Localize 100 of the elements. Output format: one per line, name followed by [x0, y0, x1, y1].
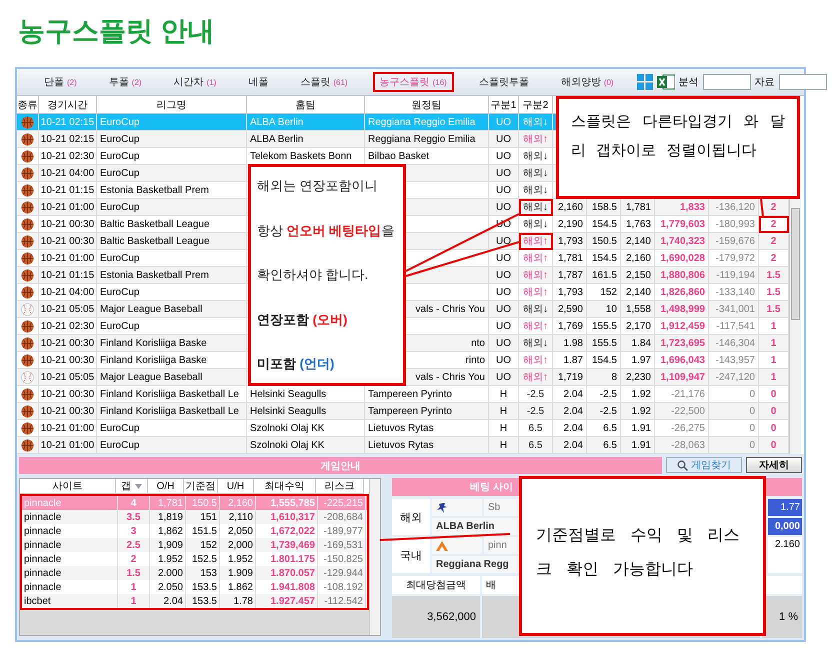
table-cell: 10-21 01:00: [40, 252, 94, 264]
panel-title: 베팅 사이: [470, 481, 513, 494]
table-cell: Szolnoki Olaj KK: [250, 422, 324, 434]
table-cell: 1,109,947: [660, 372, 705, 382]
table-cell: 2.04: [164, 596, 183, 606]
table-cell: 153.5: [192, 582, 217, 592]
table-cell: EuroCup: [100, 168, 140, 178]
column-header: 최대수익: [254, 479, 316, 494]
table-cell: vals - Chris You: [416, 372, 485, 382]
table-cell: 1.91: [632, 422, 651, 434]
table-cell: 155.5: [592, 338, 617, 348]
table-cell: 6.5: [528, 422, 542, 434]
column-header: 리스크: [316, 479, 364, 494]
table-cell: -208,684: [324, 512, 363, 522]
table-cell: 10-21 04:00: [40, 168, 94, 178]
table-cell: 2.04: [564, 388, 583, 400]
table-cell: -119,194: [716, 270, 755, 280]
table-cell: -2.5: [526, 388, 544, 400]
table-cell: 6.5: [603, 440, 617, 450]
table-cell: Lietuvos Rytas: [368, 440, 434, 450]
table-cell: H: [500, 406, 508, 416]
table-cell: Baltic Basketball League: [100, 236, 210, 246]
table-cell: -129.944: [324, 568, 363, 578]
table-cell: Reggiana Reggio Emilia: [368, 116, 476, 128]
table-cell: 1.909: [228, 568, 253, 578]
table-cell: Estonia Basketball Prem: [100, 184, 209, 196]
table-cell: -179,972: [716, 252, 755, 264]
table-cell-text: 해외↑: [523, 252, 548, 265]
table-cell: 2,170: [626, 320, 651, 332]
table-cell: rinto: [466, 354, 485, 366]
table-cell: 10-21 01:15: [40, 184, 94, 196]
table-cell: Reggiana Reggio Emilia: [368, 134, 476, 144]
odds-cell: 1.77: [768, 499, 802, 516]
table-cell: 151.5: [192, 526, 217, 536]
table-cell: Major League Baseball: [100, 304, 202, 314]
table-cell: Szolnoki Olaj KK: [250, 440, 324, 450]
table-cell: 1,719: [558, 372, 583, 382]
table-cell-text: 해외↓: [523, 303, 548, 316]
table-cell: nto: [471, 338, 485, 348]
table-cell-text: 해외↑: [523, 286, 548, 299]
table-cell: 10-21 02:15: [40, 134, 94, 144]
table-cell: H: [500, 422, 508, 434]
table-cell: Tampereen Pyrinto: [368, 388, 452, 400]
table-cell: -136,120: [716, 202, 755, 212]
table-cell: 1.91: [632, 440, 651, 450]
table-cell: 10-21 00:30: [40, 354, 94, 366]
table-cell: -21,176: [671, 388, 705, 400]
table-cell: 1.87: [564, 354, 583, 366]
table-cell: 1.927.457: [270, 596, 315, 606]
table-cell: 10-21 01:00: [40, 202, 94, 212]
table-cell: 10: [606, 304, 617, 314]
table-cell: 153.5: [192, 596, 217, 606]
column-header: 갭: [116, 479, 148, 494]
column-header: 최대당첨금액: [392, 576, 480, 594]
table-cell: 2.000: [158, 568, 183, 578]
table-cell: Baltic Basketball League: [100, 218, 210, 230]
table-cell: -2.5: [526, 406, 544, 416]
table-cell: 2,150: [626, 270, 651, 280]
table-cell: 1.5: [766, 286, 780, 298]
table-cell: 1,862: [158, 526, 183, 536]
table-cell-text: 해외↑: [523, 133, 548, 146]
table-cell: 1,781: [626, 202, 651, 212]
table-cell: -150.825: [324, 554, 363, 564]
table-cell: 1,672,022: [270, 526, 315, 536]
table-cell: 1,769: [558, 320, 583, 332]
table-cell: 1,498,999: [660, 304, 705, 314]
table-cell: 2,160: [228, 498, 253, 508]
section-title: 게임안내: [320, 460, 360, 472]
table-cell-text: 해외↑: [523, 235, 548, 248]
table-cell: 1,781: [158, 498, 183, 508]
table-cell: 1,826,860: [660, 286, 705, 298]
table-cell: H: [500, 388, 508, 400]
table-cell: EuroCup: [100, 320, 140, 332]
table-cell: 10-21 00:30: [40, 388, 94, 400]
table-cell: 1.952: [228, 554, 253, 564]
table-cell: EuroCup: [100, 286, 140, 298]
table-cell: -169,531: [324, 540, 363, 550]
table-cell: 2.050: [158, 582, 183, 592]
table-cell: 2.04: [564, 440, 583, 450]
table-cell: pinnacle: [24, 582, 62, 592]
table-cell: 158.5: [592, 202, 617, 212]
table-cell: 2.04: [564, 406, 583, 416]
table-cell: Finland Korisliiga Baske: [100, 338, 207, 348]
table-cell: 0: [749, 422, 755, 434]
table-cell: 1.5: [766, 270, 780, 280]
table-cell: Lietuvos Rytas: [368, 422, 434, 434]
amount-cell: 3,562,000: [392, 596, 480, 638]
table-cell: 1,779,603: [660, 218, 705, 230]
table-cell: pinnacle: [24, 526, 62, 536]
table-cell: Finland Korisliiga Basketball Le: [100, 406, 239, 416]
table-cell: -189,977: [324, 526, 363, 536]
table-cell: pinnacle: [24, 568, 62, 578]
table-cell: Bilbao Basket: [368, 150, 430, 162]
table-cell: 1,740,323: [660, 236, 705, 246]
table-cell: 1.92: [632, 388, 651, 400]
table-cell: 1.5: [126, 568, 140, 578]
odds-cell: 2.160: [774, 539, 800, 550]
table-cell: 1,781: [558, 252, 583, 264]
table-cell-text: 해외↓: [523, 116, 548, 129]
table-cell: -341,001: [716, 304, 755, 314]
